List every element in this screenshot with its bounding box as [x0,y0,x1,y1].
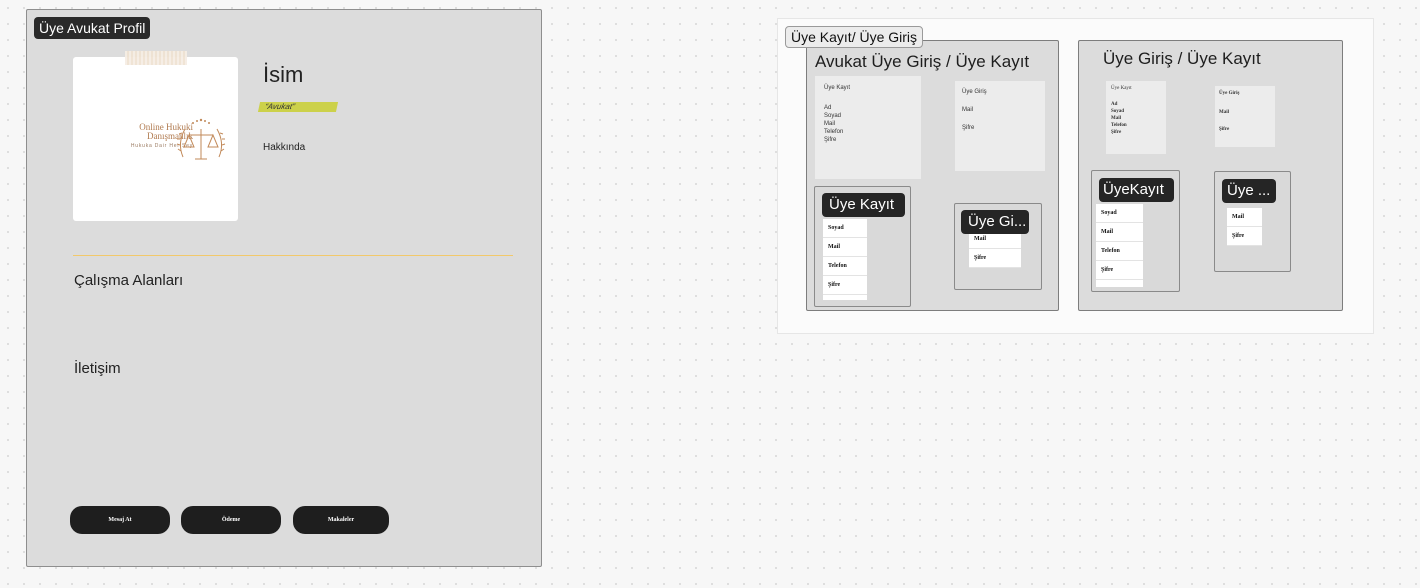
lawyer-auth-frame: Avukat Üye Giriş / Üye Kayıt Üye Kayıt A… [806,40,1059,311]
member-auth-title: Üye Giriş / Üye Kayıt [1103,49,1261,68]
scales-of-justice-icon [176,118,226,160]
register-field-list: Soyad Mail Telefon Şifre [1096,204,1143,287]
section-divider [73,255,513,256]
profile-name: İsim [263,62,304,87]
telefon-field[interactable]: Telefon [1096,242,1143,261]
field-label: Soyad [824,113,842,119]
lawyer-login-card: Üye Giriş Mail Şifre [955,81,1045,171]
register-card-fields: Ad Soyad Mail Telefon Şifre [824,104,843,144]
member-login-frame-label[interactable]: Üye ... [1222,179,1276,203]
register-card-fields: Ad Soyad Mail Telefon Şifre [1111,101,1127,136]
mail-field[interactable]: Mail [1096,223,1143,242]
member-login-card: Üye Giriş Mail Şifre [1215,86,1275,147]
field-label: Ad [824,105,832,111]
logo-card: Online Hukuki Danışmanlık Hukuka Dair He… [73,51,238,221]
sifre-field[interactable]: Şifre [1227,227,1262,246]
lawyer-auth-title: Avukat Üye Giriş / Üye Kayıt [815,52,1030,71]
payment-button[interactable]: Ödeme [181,506,281,534]
telefon-field[interactable]: Telefon [823,257,867,276]
profile-frame: Online Hukuki Danışmanlık Hukuka Dair He… [26,9,542,567]
field-label: Şifre [1219,127,1230,132]
register-card-title: Üye Kayıt [824,85,851,91]
about-label: Hakkında [263,142,306,153]
lawyer-login-frame: Mail Şifre Üye Gi... [954,203,1042,290]
contact-heading: İletişim [74,360,121,377]
areas-heading: Çalışma Alanları [74,272,184,289]
login-card-title: Üye Giriş [962,89,987,95]
soyad-field[interactable]: Soyad [1096,204,1143,223]
member-register-frame: Soyad Mail Telefon Şifre ÜyeKayıt [1091,170,1180,292]
field-label: Şifre [824,137,837,143]
auth-frame-title[interactable]: Üye Kayıt/ Üye Giriş [785,26,924,48]
soyad-field[interactable]: Soyad [823,219,867,238]
field-label: Şifre [1111,130,1122,135]
lawyer-register-frame: Soyad Mail Telefon Şifre Üye Kayıt [814,186,911,307]
field-label: Soyad [1111,109,1125,114]
field-label: Telefon [824,129,844,135]
member-register-card: Üye Kayıt Ad Soyad Mail Telefon Şifre [1106,81,1166,154]
profile-frame-title[interactable]: Üye Avukat Profil [34,17,151,39]
login-field-list: Mail Şifre [969,230,1021,268]
mail-field[interactable]: Mail [823,238,867,257]
register-field-list: Soyad Mail Telefon Şifre [823,219,867,300]
message-button[interactable]: Mesaj At [70,506,170,534]
lawyer-register-card: Üye Kayıt Ad Soyad Mail Telefon Şifre [815,76,921,179]
tape-decoration [125,51,187,65]
lawyer-login-frame-label[interactable]: Üye Gi... [961,210,1029,234]
member-login-frame: Mail Şifre Üye ... [1214,171,1291,272]
field-label: Şifre [962,125,975,131]
sifre-field[interactable]: Şifre [823,276,867,295]
field-label: Mail [1111,116,1121,121]
field-label: Mail [962,107,974,113]
login-field-list: Mail Şifre [1227,208,1262,246]
register-card-title: Üye Kayıt [1111,86,1132,91]
sifre-field[interactable]: Şifre [1096,261,1143,280]
login-card-title: Üye Giriş [1219,91,1240,96]
field-label: Telefon [1111,123,1127,128]
sifre-field[interactable]: Şifre [969,249,1021,268]
field-label: Ad [1111,102,1118,107]
member-auth-frame: Üye Giriş / Üye Kayıt Üye Kayıt Ad Soyad… [1078,40,1343,311]
field-label: Mail [824,121,836,127]
lawyer-register-frame-label[interactable]: Üye Kayıt [822,193,905,217]
role-badge: “Avukat” [257,102,339,112]
articles-button[interactable]: Makaleler [293,506,389,534]
mail-field[interactable]: Mail [1227,208,1262,227]
member-register-frame-label[interactable]: ÜyeKayıt [1099,178,1174,202]
field-label: Mail [1219,110,1229,115]
